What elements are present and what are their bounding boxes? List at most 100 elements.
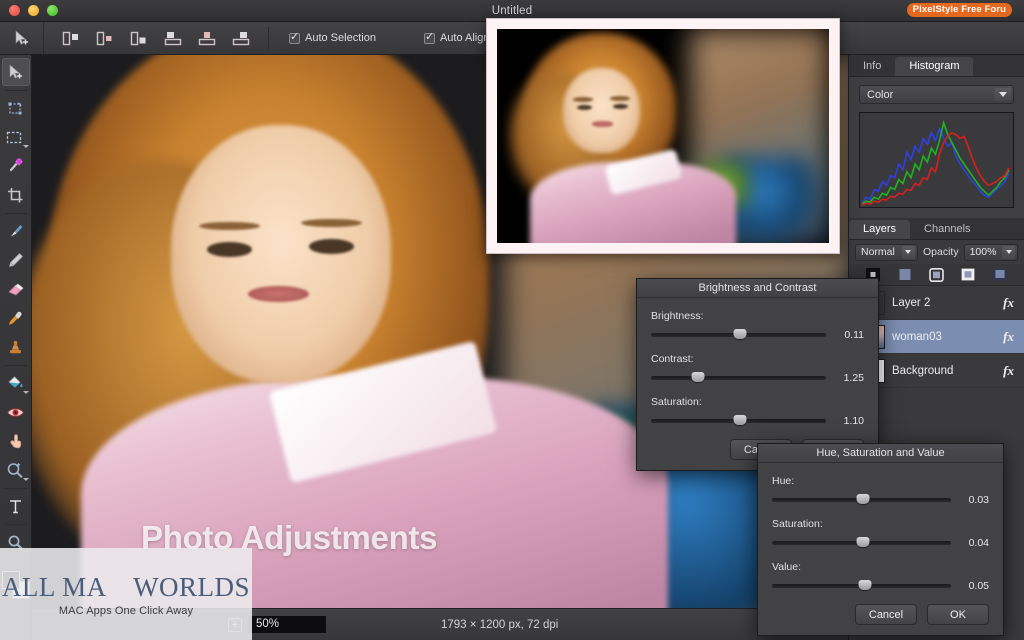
site-watermark-tagline: MAC Apps One Click Away: [58, 604, 194, 617]
apple-logo-icon: : [111, 573, 129, 599]
align-bottom-button[interactable]: [230, 28, 252, 48]
chevron-down-icon[interactable]: [995, 88, 1011, 101]
tool-crop[interactable]: [2, 181, 30, 209]
value-slider[interactable]: [772, 580, 951, 590]
new-layer-button[interactable]: [929, 268, 945, 282]
layer-name: Background: [892, 364, 954, 377]
zoom-level-field[interactable]: 50%: [248, 616, 326, 633]
tool-clone-stamp[interactable]: [2, 333, 30, 361]
red-eye-icon: [6, 407, 25, 417]
contrast-slider-row: 1.25: [651, 372, 864, 384]
slider-knob[interactable]: [856, 494, 870, 504]
value-label: Value:: [772, 561, 801, 573]
tool-move[interactable]: [1, 58, 30, 86]
layer-effects-badge[interactable]: fx: [1003, 329, 1018, 345]
magic-wand-icon: [9, 157, 23, 171]
layer-name: woman03: [892, 330, 942, 343]
toolbar-divider: [268, 27, 269, 49]
text-tool-icon: [10, 499, 21, 513]
tool-divider: [4, 524, 27, 525]
current-tool-indicator[interactable]: [0, 21, 44, 55]
histogram-panel: Color: [849, 77, 1024, 218]
pixelstyle-app-window: Untitled PixelStyle Free Foru ✓ Auto Sel…: [0, 0, 1024, 640]
chevron-down-icon[interactable]: [1002, 245, 1015, 259]
layer-effects-badge[interactable]: fx: [1003, 295, 1018, 311]
preview-image: [497, 29, 829, 243]
pencil-icon: [9, 252, 23, 267]
dialog-body: Hue: 0.03 Saturation: 0.04 Value: 0.05 C…: [758, 463, 1003, 635]
paint-bucket-icon: [8, 375, 23, 388]
alignment-buttons: [44, 28, 252, 48]
align-left-icon: [62, 31, 78, 45]
tab-layers[interactable]: Layers: [849, 220, 911, 239]
tool-brush[interactable]: [2, 217, 30, 245]
move-tool-icon: [15, 29, 28, 45]
slider-knob[interactable]: [733, 329, 747, 339]
opacity-select[interactable]: 100%: [963, 243, 1018, 261]
tool-transform[interactable]: [2, 94, 30, 122]
blend-mode-select[interactable]: Normal: [855, 243, 918, 261]
tool-red-eye[interactable]: [2, 398, 30, 426]
align-top-button[interactable]: [162, 28, 184, 48]
tool-eraser[interactable]: [2, 275, 30, 303]
slider-knob[interactable]: [733, 415, 747, 425]
layers-channels-tabs: Layers Channels: [849, 218, 1024, 240]
slider-knob[interactable]: [858, 580, 872, 590]
contrast-slider[interactable]: [651, 372, 826, 382]
transform-tool-icon: [8, 101, 22, 114]
slider-knob[interactable]: [691, 372, 705, 382]
align-left-button[interactable]: [60, 28, 82, 48]
vector-mask-button[interactable]: [898, 268, 912, 281]
tool-magic-wand[interactable]: [2, 152, 30, 180]
align-bottom-icon: [232, 31, 249, 45]
align-center-vertical-button[interactable]: [196, 28, 218, 48]
histogram-blue-curve: [861, 126, 1010, 204]
auto-selection-checkbox[interactable]: Auto Selection: [289, 30, 376, 44]
brush-icon: [11, 224, 23, 236]
watermark-text-right: WORLDS: [123, 571, 250, 602]
hue-label: Hue:: [772, 475, 795, 487]
delete-layer-icon: [993, 268, 1007, 281]
chevron-down-icon: [22, 391, 29, 394]
new-layer-icon: [929, 268, 945, 282]
auto-selection-label: Auto Selection: [305, 32, 376, 44]
ok-button[interactable]: OK: [927, 604, 989, 625]
align-right-icon: [130, 31, 145, 45]
delete-layer-button[interactable]: [993, 268, 1007, 281]
chevron-down-icon[interactable]: [901, 245, 915, 259]
cancel-button[interactable]: Cancel: [855, 604, 917, 625]
slider-knob[interactable]: [856, 537, 870, 547]
hsv-saturation-slider[interactable]: [772, 537, 951, 547]
hue-slider[interactable]: [772, 494, 951, 504]
align-top-icon: [164, 31, 181, 45]
floating-image-window[interactable]: [486, 18, 840, 254]
tab-channels[interactable]: Channels: [910, 220, 984, 239]
hsv-saturation-slider-row: 0.04: [772, 537, 989, 549]
free-version-badge: PixelStyle Free Foru: [906, 3, 1012, 17]
adjustment-layer-button[interactable]: [961, 268, 975, 281]
tool-pencil[interactable]: [2, 246, 30, 274]
opacity-value: 100%: [969, 246, 997, 258]
tool-smudge[interactable]: [2, 427, 30, 455]
chevron-down-icon: [22, 478, 29, 481]
histogram-mode-select[interactable]: Color: [859, 85, 1014, 104]
histogram-graph: [859, 112, 1014, 208]
document-info-label: 1793 × 1200 px, 72 dpi: [441, 618, 559, 631]
tool-zoom-select[interactable]: [2, 456, 30, 484]
stamp-icon: [10, 340, 21, 353]
hue-saturation-value-dialog[interactable]: Hue, Saturation and Value Hue: 0.03 Satu…: [757, 443, 1004, 636]
tool-text[interactable]: [2, 492, 30, 520]
tab-histogram[interactable]: Histogram: [895, 57, 974, 76]
saturation-slider-row: 1.10: [651, 415, 864, 427]
tool-paint-bucket[interactable]: [2, 369, 30, 397]
layer-effects-badge[interactable]: fx: [1003, 363, 1018, 379]
checkbox-box: [423, 30, 435, 44]
tool-eyedropper[interactable]: [2, 304, 30, 332]
tab-info[interactable]: Info: [849, 57, 895, 76]
saturation-slider[interactable]: [651, 415, 826, 425]
align-center-horizontal-button[interactable]: [94, 28, 116, 48]
align-right-button[interactable]: [128, 28, 150, 48]
tool-marquee-select[interactable]: [2, 123, 30, 151]
brightness-slider[interactable]: [651, 329, 826, 339]
brightness-slider-row: 0.11: [651, 329, 864, 341]
